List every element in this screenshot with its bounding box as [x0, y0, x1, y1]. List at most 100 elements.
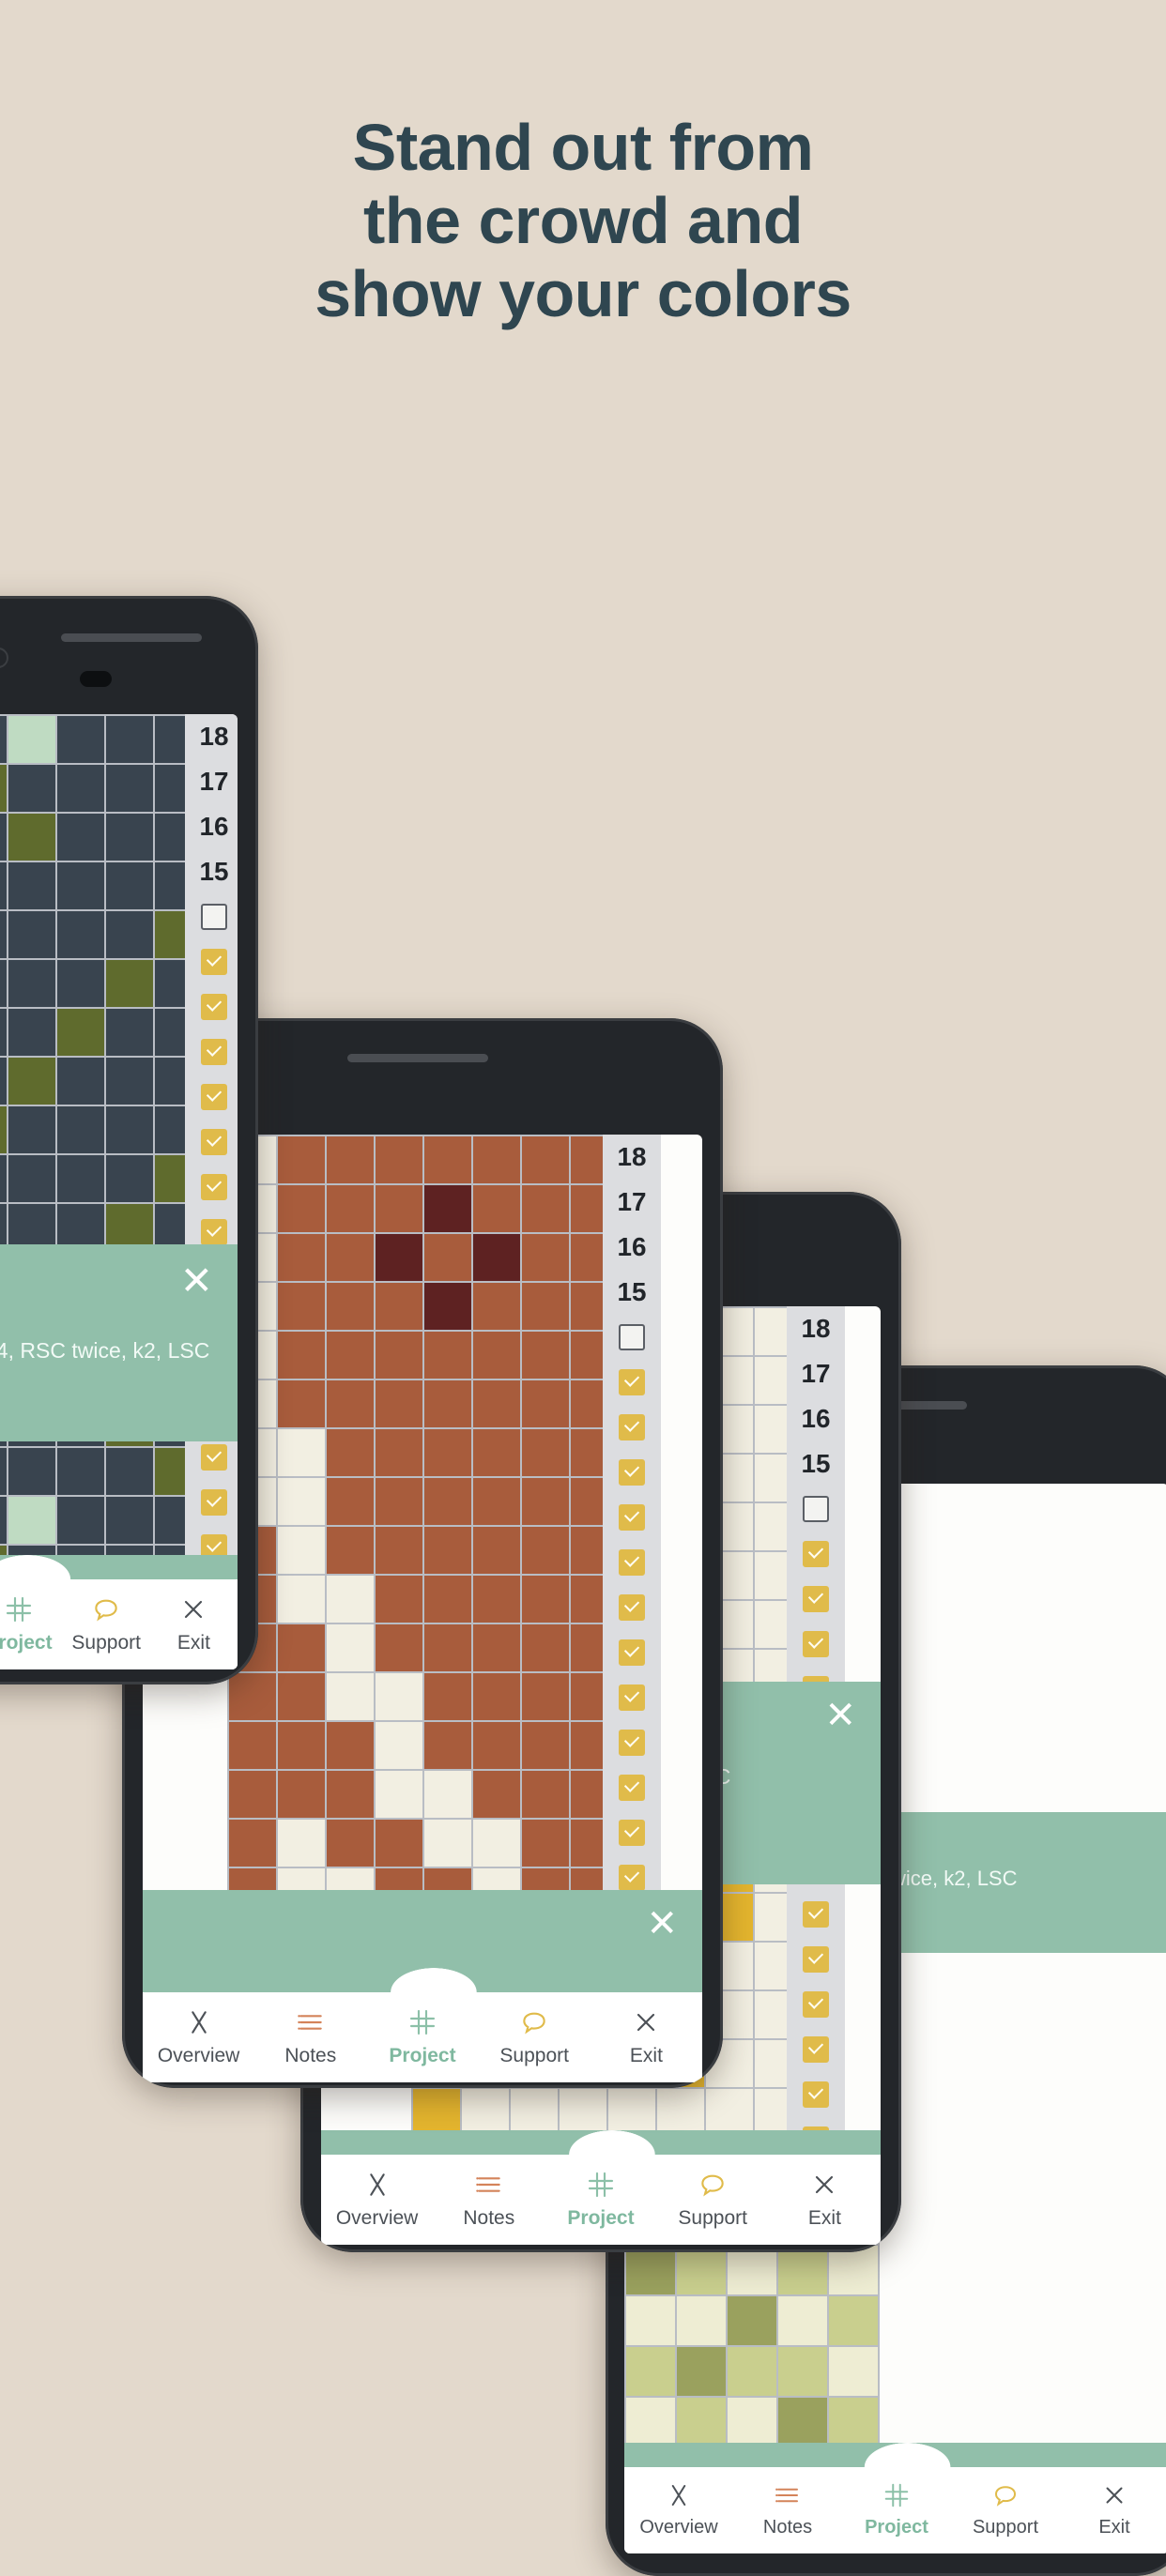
- tab-notes[interactable]: Notes: [733, 2481, 842, 2538]
- chart-cell[interactable]: [522, 1673, 569, 1720]
- chart-cell[interactable]: [57, 1448, 104, 1495]
- chart-cell[interactable]: [376, 1429, 422, 1476]
- close-icon[interactable]: ✕: [180, 1261, 213, 1301]
- chart-cell[interactable]: [626, 2246, 675, 2294]
- row-checkbox-checked[interactable]: [603, 1630, 661, 1675]
- chart-cell[interactable]: [522, 1429, 569, 1476]
- colorwork-grid-green[interactable]: [0, 714, 204, 1669]
- row-checkbox-checked[interactable]: [603, 1495, 661, 1540]
- row-checkbox-checked[interactable]: [787, 1577, 845, 1622]
- chart-cell[interactable]: [106, 1155, 153, 1202]
- row-checkbox-checked[interactable]: [603, 1450, 661, 1495]
- chart-cell[interactable]: [327, 1478, 374, 1525]
- chart-cell[interactable]: [677, 2347, 726, 2396]
- chart-cell[interactable]: [229, 1673, 276, 1720]
- chart-cell[interactable]: [106, 1106, 153, 1153]
- chart-cell[interactable]: [376, 1527, 422, 1574]
- row-checkbox-checked[interactable]: [603, 1540, 661, 1585]
- chart-cell[interactable]: [376, 1234, 422, 1281]
- chart-cell[interactable]: [376, 1771, 422, 1818]
- chart-cell[interactable]: [473, 1576, 520, 1623]
- chart-cell[interactable]: [0, 1497, 7, 1544]
- chart-cell[interactable]: [278, 1380, 325, 1427]
- row-checkbox-checked[interactable]: [603, 1765, 661, 1810]
- row-checkbox-checked[interactable]: [787, 1532, 845, 1577]
- chart-cell[interactable]: [376, 1624, 422, 1671]
- chart-cell[interactable]: [57, 1497, 104, 1544]
- tab-exit[interactable]: Exit: [769, 2170, 881, 2230]
- chart-cell[interactable]: [473, 1332, 520, 1379]
- chart-cell[interactable]: [376, 1478, 422, 1525]
- row-checkbox-checked[interactable]: [787, 1937, 845, 1982]
- chart-cell[interactable]: [424, 1673, 471, 1720]
- chart-cell[interactable]: [327, 1722, 374, 1769]
- chart-cell[interactable]: [424, 1478, 471, 1525]
- row-checkbox-checked[interactable]: [185, 984, 238, 1029]
- chart-cell[interactable]: [522, 1380, 569, 1427]
- chart-cell[interactable]: [728, 2398, 776, 2446]
- chart-cell[interactable]: [473, 1771, 520, 1818]
- chart-cell[interactable]: [278, 1429, 325, 1476]
- chart-cell[interactable]: [473, 1380, 520, 1427]
- chart-cell[interactable]: [327, 1527, 374, 1574]
- row-checkbox-checked[interactable]: [787, 2027, 845, 2072]
- chart-cell[interactable]: [229, 1820, 276, 1867]
- chart-cell[interactable]: [522, 1576, 569, 1623]
- tab-exit[interactable]: Exit: [150, 1594, 238, 1654]
- chart-cell[interactable]: [278, 1624, 325, 1671]
- chart-cell[interactable]: [8, 911, 55, 958]
- chart-cell[interactable]: [376, 1283, 422, 1330]
- chart-cell[interactable]: [278, 1136, 325, 1183]
- chart-cell[interactable]: [327, 1380, 374, 1427]
- chart-cell[interactable]: [462, 2089, 509, 2136]
- chart-cell[interactable]: [8, 1155, 55, 1202]
- row-checkbox-checked[interactable]: [787, 1622, 845, 1667]
- chart-cell[interactable]: [413, 2089, 460, 2136]
- chart-cell[interactable]: [106, 1448, 153, 1495]
- chart-cell[interactable]: [522, 1234, 569, 1281]
- chart-cell[interactable]: [473, 1527, 520, 1574]
- chart-cell[interactable]: [106, 716, 153, 763]
- row-checkbox-checked[interactable]: [603, 1360, 661, 1405]
- chart-cell[interactable]: [278, 1478, 325, 1525]
- row-checkbox-checked[interactable]: [603, 1405, 661, 1450]
- chart-cell[interactable]: [424, 1771, 471, 1818]
- row-checkbox[interactable]: [603, 1315, 661, 1360]
- tab-support[interactable]: Support: [479, 2007, 591, 2067]
- row-checkbox-checked[interactable]: [603, 1585, 661, 1630]
- chart-cell[interactable]: [424, 1332, 471, 1379]
- chart-cell[interactable]: [728, 2347, 776, 2396]
- chart-cell[interactable]: [522, 1820, 569, 1867]
- chart-cell[interactable]: [106, 1009, 153, 1056]
- chart-cell[interactable]: [677, 2398, 726, 2446]
- row-checkbox-checked[interactable]: [185, 1120, 238, 1165]
- chart-cell[interactable]: [424, 1527, 471, 1574]
- chart-cell[interactable]: [473, 1478, 520, 1525]
- chart-cell[interactable]: [376, 1576, 422, 1623]
- chart-cell[interactable]: [327, 1332, 374, 1379]
- tab-project[interactable]: Project: [545, 2170, 656, 2230]
- chart-cell[interactable]: [0, 1058, 7, 1105]
- chart-cell[interactable]: [8, 1009, 55, 1056]
- chart-cell[interactable]: [473, 1136, 520, 1183]
- chart-cell[interactable]: [57, 1155, 104, 1202]
- chart-cell[interactable]: [327, 1234, 374, 1281]
- chart-cell[interactable]: [522, 1332, 569, 1379]
- row-checkbox-checked[interactable]: [185, 939, 238, 984]
- chart-cell[interactable]: [376, 1820, 422, 1867]
- chart-cell[interactable]: [57, 960, 104, 1007]
- chart-cell[interactable]: [0, 814, 7, 861]
- tab-project[interactable]: Project: [842, 2481, 951, 2538]
- chart-cell[interactable]: [626, 2296, 675, 2345]
- chart-cell[interactable]: [106, 960, 153, 1007]
- chart-cell[interactable]: [0, 960, 7, 1007]
- tab-list-green[interactable]: OverviewNotesProjectSupportExit: [0, 1576, 238, 1669]
- tab-overview[interactable]: Overview: [624, 2481, 733, 2538]
- chart-cell[interactable]: [8, 716, 55, 763]
- close-icon[interactable]: ✕: [646, 1905, 678, 1943]
- chart-cell[interactable]: [424, 1576, 471, 1623]
- tab-overview[interactable]: Overview: [321, 2170, 433, 2230]
- chart-cell[interactable]: [106, 911, 153, 958]
- chart-cell[interactable]: [473, 1234, 520, 1281]
- chart-cell[interactable]: [424, 1283, 471, 1330]
